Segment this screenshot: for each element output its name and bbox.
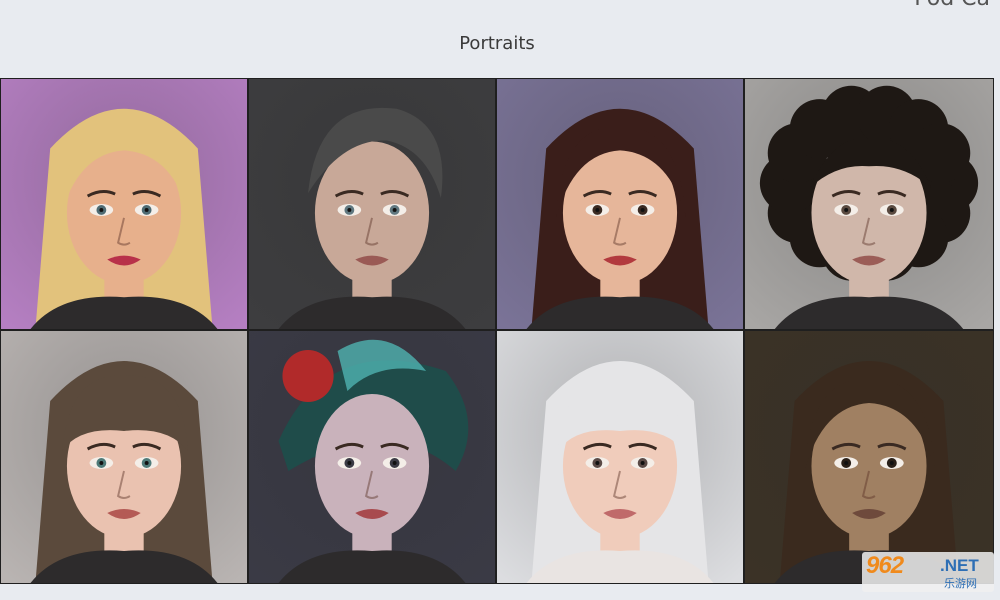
portrait-short-hair <box>249 79 495 329</box>
portrait-grid <box>0 78 994 584</box>
portrait-tile-4[interactable] <box>744 78 994 330</box>
portrait-tile-1[interactable] <box>0 78 248 330</box>
portrait-white-hair <box>497 331 743 583</box>
portrait-brunette-woman <box>497 79 743 329</box>
portrait-tile-3[interactable] <box>496 78 744 330</box>
portrait-tile-6[interactable] <box>248 330 496 584</box>
portrait-blonde-woman <box>1 79 247 329</box>
portrait-wavy-bangs <box>1 331 247 583</box>
header-bar: Pod Ca Portraits <box>0 0 1000 78</box>
portrait-feather-hat <box>249 331 495 583</box>
watermark-net: .NET <box>940 556 979 575</box>
watermark-sub: 乐游网 <box>944 578 977 590</box>
page-title: Portraits <box>459 33 535 54</box>
portrait-tile-2[interactable] <box>248 78 496 330</box>
bottom-strip <box>0 584 1000 600</box>
corner-text: Pod Ca <box>914 0 990 11</box>
portrait-tile-8[interactable] <box>744 330 994 584</box>
right-edge <box>994 78 1000 600</box>
portrait-tile-5[interactable] <box>0 330 248 584</box>
watermark-brand: 962 <box>866 552 904 579</box>
site-watermark: 962 .NET 乐游网 <box>862 552 994 592</box>
portrait-tile-7[interactable] <box>496 330 744 584</box>
portrait-dark-warrior <box>745 331 993 583</box>
portrait-curly-man <box>745 79 993 329</box>
